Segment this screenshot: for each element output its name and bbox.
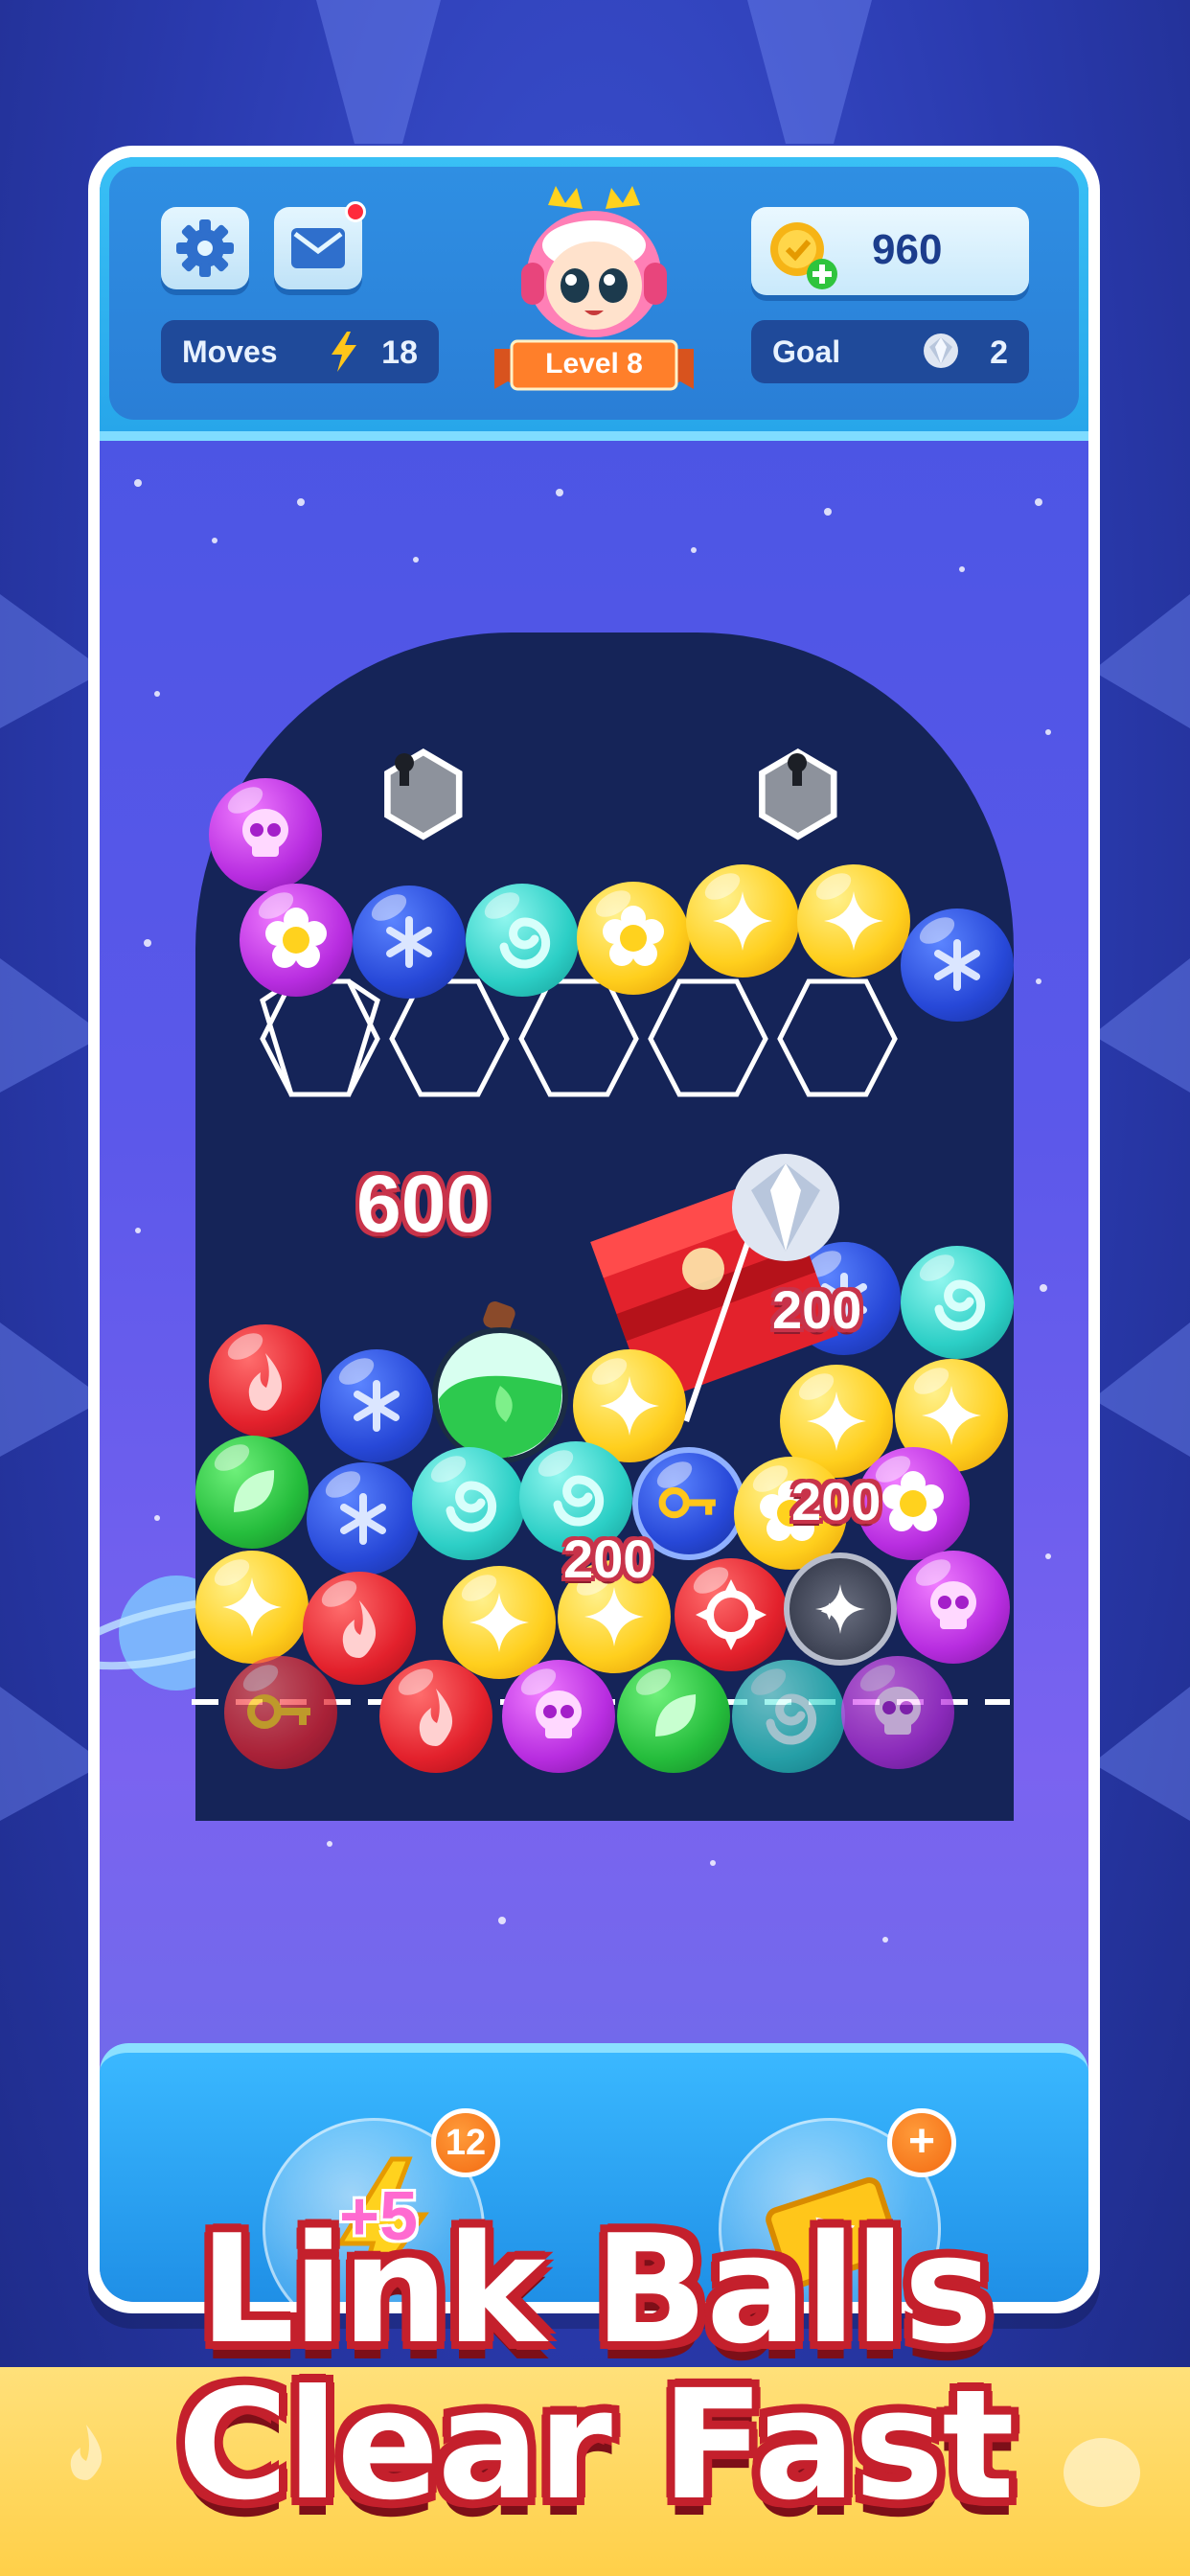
ball-swirl[interactable] [412,1447,525,1560]
game-screen: Moves 18 960 Goal 2 Level 8 600 200 200 … [100,157,1088,2302]
flower-icon [603,906,664,966]
ball-snowflake[interactable] [353,886,466,999]
score-popup: 200 [563,1529,653,1589]
star-icon [824,891,883,951]
score-popup: 200 [791,1471,881,1531]
ball-snowflake[interactable] [307,1462,420,1576]
ball-leaf[interactable] [617,1660,730,1773]
slogan-line-1: Link Balls [199,2202,993,2377]
target-icon [696,1579,767,1650]
ball-skull[interactable] [502,1660,615,1773]
ball-swirl[interactable] [466,884,579,997]
ball-skull[interactable] [841,1656,954,1769]
swirl-icon [934,1279,986,1331]
diamond-icon [732,1154,839,1261]
skull-icon [536,1690,582,1738]
ball-skull[interactable] [209,778,322,891]
star-icon [222,1577,282,1637]
swirl-icon [766,1693,817,1745]
key-icon [658,1486,716,1519]
skull-icon [875,1687,921,1735]
key-icon [247,1694,310,1729]
skull-icon [930,1581,976,1629]
ball-skull[interactable] [897,1551,1010,1664]
lightning-count-badge: 12 [431,2108,500,2177]
lock-icon [384,748,463,840]
score-popup: 200 [772,1279,862,1340]
lock-icon [759,748,837,840]
ball-key[interactable] [224,1656,337,1769]
ball-flower[interactable] [240,884,353,997]
score-popup: 600 [356,1159,492,1249]
ball-swirl[interactable] [901,1246,1014,1359]
flower-icon [265,908,327,968]
slogan-line-2: Clear Fast [177,2358,1015,2534]
video-ticket-plus-badge[interactable]: + [887,2108,956,2177]
ball-star[interactable] [797,864,910,978]
snowflake-icon [340,1493,386,1545]
leaf-icon [234,1470,275,1512]
skull-icon [242,809,288,857]
ball-snowflake[interactable] [901,908,1014,1022]
fire-icon [419,1689,453,1746]
ball-target[interactable] [675,1558,788,1671]
snowflake-icon [354,1380,400,1432]
swirl-icon [499,917,551,969]
ball-star[interactable] [686,864,799,978]
fire-icon [248,1353,283,1411]
ball-flower[interactable] [577,882,690,995]
leaf-icon [655,1694,697,1736]
ball-sparkle-bomb[interactable] [784,1552,897,1666]
star-icon [713,891,772,951]
ball-leaf[interactable] [195,1436,309,1549]
ball-star[interactable] [195,1551,309,1664]
potion-booster[interactable] [425,1294,579,1466]
ball-fire[interactable] [379,1660,492,1773]
swirl-icon [446,1481,497,1532]
ball-fire[interactable] [209,1324,322,1438]
ball-swirl[interactable] [732,1660,845,1773]
ball-snowflake[interactable] [320,1349,433,1462]
snowflake-icon [386,916,432,968]
snowflake-icon [934,939,980,991]
sparkle-icon [814,1583,866,1635]
